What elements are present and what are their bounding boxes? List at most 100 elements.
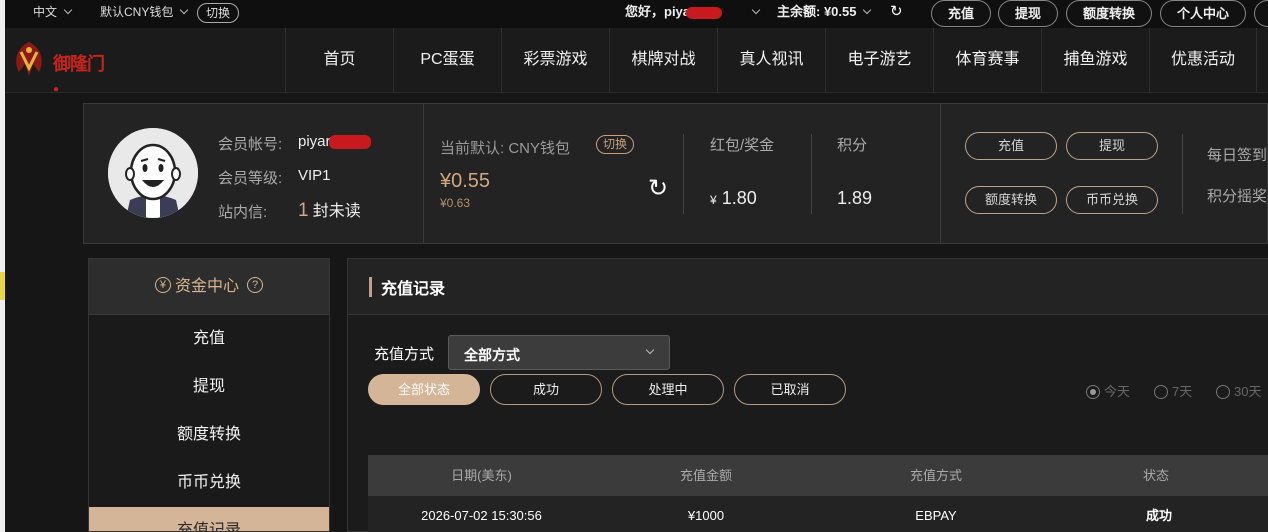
level-value: VIP1 xyxy=(298,167,331,184)
range-7days-radio[interactable]: 7天 xyxy=(1154,381,1192,400)
column-status: 状态 xyxy=(1142,468,1169,483)
range-30days-radio[interactable]: 30天 xyxy=(1216,381,1261,400)
topbar-transfer-button[interactable]: 额度转换 xyxy=(1066,0,1152,27)
profile-coin-exchange-button[interactable]: 币币兑换 xyxy=(1066,186,1158,214)
messages-label: 站内信: xyxy=(218,204,268,221)
nav-item-pc-egg[interactable]: PC蛋蛋 xyxy=(393,28,501,92)
cell-status: 成功 xyxy=(1145,508,1172,523)
radio-selected-icon xyxy=(1086,384,1100,399)
wallet-balance: ¥0.55 xyxy=(440,170,491,192)
user-menu-toggle[interactable] xyxy=(745,0,761,28)
account-value: piyar xyxy=(298,133,371,150)
range-today-radio[interactable]: 今天 xyxy=(1086,381,1130,400)
radio-icon xyxy=(1216,384,1230,399)
wallet-balance-sub: ¥0.63 xyxy=(440,196,471,210)
nav-item-chess-cards[interactable]: 棋牌对战 xyxy=(609,28,717,92)
column-method: 充值方式 xyxy=(909,468,962,483)
sidebar-item-deposit-records[interactable]: 充值记录 xyxy=(89,507,329,531)
avatar-face-icon xyxy=(108,128,198,218)
radio-icon xyxy=(1154,384,1168,399)
main-balance-text: 主余额: ¥0.55 xyxy=(777,4,857,19)
divider xyxy=(683,134,684,214)
cell-amount: ¥1000 xyxy=(687,508,725,523)
deposit-method-value: 全部方式 xyxy=(464,347,520,363)
cell-method: EBPAY xyxy=(915,508,957,523)
unread-messages[interactable]: 1 封未读 xyxy=(298,197,361,222)
wallet-switch-button[interactable]: 切换 xyxy=(197,3,240,23)
profile-withdraw-button[interactable]: 提现 xyxy=(1066,132,1158,160)
page-title: 充值记录 xyxy=(381,281,446,298)
topbar-personal-center-button[interactable]: 个人中心 xyxy=(1160,0,1246,27)
refresh-icon[interactable]: ↻ xyxy=(648,174,668,203)
logo-emblem-icon xyxy=(16,42,42,76)
level-label: 会员等级: xyxy=(218,170,283,187)
bonus-value: ¥ 1.80 xyxy=(710,188,757,209)
status-success-button[interactable]: 成功 xyxy=(490,374,602,405)
nav-item-home[interactable]: 首页 xyxy=(285,28,393,92)
bonus-label: 红包/奖金 xyxy=(710,137,775,154)
table-row: 2026-07-02 15:30:56 ¥1000 EBPAY 成功 xyxy=(368,496,1268,532)
site-logo[interactable]: 御隆门● xyxy=(9,38,109,95)
user-greeting[interactable]: 您好，piya xyxy=(625,0,723,28)
chevron-down-icon xyxy=(63,5,73,15)
wallet-label: 默认CNY钱包 xyxy=(100,5,174,19)
status-all-button[interactable]: 全部状态 xyxy=(368,374,480,405)
status-processing-button[interactable]: 处理中 xyxy=(612,374,724,405)
range-7days-label: 7天 xyxy=(1172,384,1193,399)
background-window-marker xyxy=(0,272,5,300)
topbar-more-button[interactable] xyxy=(1254,0,1268,27)
unread-unit: 封未读 xyxy=(312,203,361,220)
nav-item-slots[interactable]: 电子游艺 xyxy=(825,28,933,92)
divider xyxy=(1182,134,1183,214)
points-lottery-link[interactable]: 积分摇奖 xyxy=(1207,185,1267,206)
cell-date: 2026-07-02 15:30:56 xyxy=(421,508,542,523)
chevron-down-icon xyxy=(180,5,189,15)
nav-item-lottery[interactable]: 彩票游戏 xyxy=(501,28,609,92)
bonus-currency: ¥ xyxy=(710,193,717,207)
language-label: 中文 xyxy=(33,5,58,19)
refresh-icon[interactable]: ↻ xyxy=(890,0,903,28)
account-label: 会员帐号: xyxy=(218,136,283,153)
points-label: 积分 xyxy=(837,137,868,154)
redacted-username xyxy=(328,135,371,150)
help-icon[interactable]: ? xyxy=(247,276,263,293)
table-header: 日期(美东) 充值金额 充值方式 状态 xyxy=(368,455,1268,496)
daily-signin-link[interactable]: 每日签到 xyxy=(1207,144,1267,165)
profile-transfer-button[interactable]: 额度转换 xyxy=(965,186,1057,214)
title-accent-bar xyxy=(369,277,372,297)
sidebar-header: ¥ 资金中心? xyxy=(89,259,329,315)
nav-item-sports[interactable]: 体育赛事 xyxy=(933,28,1041,92)
divider xyxy=(940,104,941,243)
points-value: 1.89 xyxy=(837,188,873,208)
unread-count: 1 xyxy=(298,200,309,221)
chevron-down-icon xyxy=(751,5,761,15)
main-balance[interactable]: 主余额: ¥0.55 xyxy=(777,0,872,28)
current-default-wallet: 当前默认: CNY钱包 xyxy=(440,140,571,157)
topbar-deposit-button[interactable]: 充值 xyxy=(931,0,991,27)
sidebar-item-withdraw[interactable]: 提现 xyxy=(89,363,329,411)
funds-sidebar: ¥ 资金中心? 充值 提现 额度转换 币币兑换 充值记录 xyxy=(88,258,330,532)
status-cancelled-button[interactable]: 已取消 xyxy=(734,374,846,405)
nav-item-live-casino[interactable]: 真人视讯 xyxy=(717,28,825,92)
greeting-text: 您好，piya xyxy=(625,4,691,19)
nav-item-promotions[interactable]: 优惠活动 xyxy=(1149,28,1257,92)
sidebar-item-transfer[interactable]: 额度转换 xyxy=(89,411,329,459)
yen-coin-icon: ¥ xyxy=(154,276,171,293)
profile-deposit-button[interactable]: 充值 xyxy=(965,132,1057,160)
redacted-username xyxy=(686,6,723,19)
sidebar-item-deposit[interactable]: 充值 xyxy=(89,315,329,363)
avatar xyxy=(108,128,198,218)
profile-panel: 会员帐号: piyar 会员等级: VIP1 站内信: 1 封未读 当前默认: … xyxy=(83,103,1268,244)
topbar-withdraw-button[interactable]: 提现 xyxy=(998,0,1058,27)
logo-wordmark: 御隆门● xyxy=(53,54,105,95)
divider xyxy=(811,134,812,214)
deposit-method-select[interactable]: 全部方式 xyxy=(448,335,670,370)
sidebar-item-coin-exchange[interactable]: 币币兑换 xyxy=(89,459,329,507)
deposit-records-panel: 充值记录 充值方式 全部方式 全部状态 成功 处理中 已取消 今天 7天 30天… xyxy=(347,258,1268,532)
bonus-amount: 1.80 xyxy=(721,188,757,208)
chevron-down-icon xyxy=(645,345,655,355)
nav-item-fishing[interactable]: 捕鱼游戏 xyxy=(1041,28,1149,92)
language-selector[interactable]: 中文 xyxy=(33,0,73,28)
default-wallet-switch-button[interactable]: 切换 xyxy=(596,135,635,154)
wallet-selector[interactable]: 默认CNY钱包 xyxy=(100,0,189,28)
